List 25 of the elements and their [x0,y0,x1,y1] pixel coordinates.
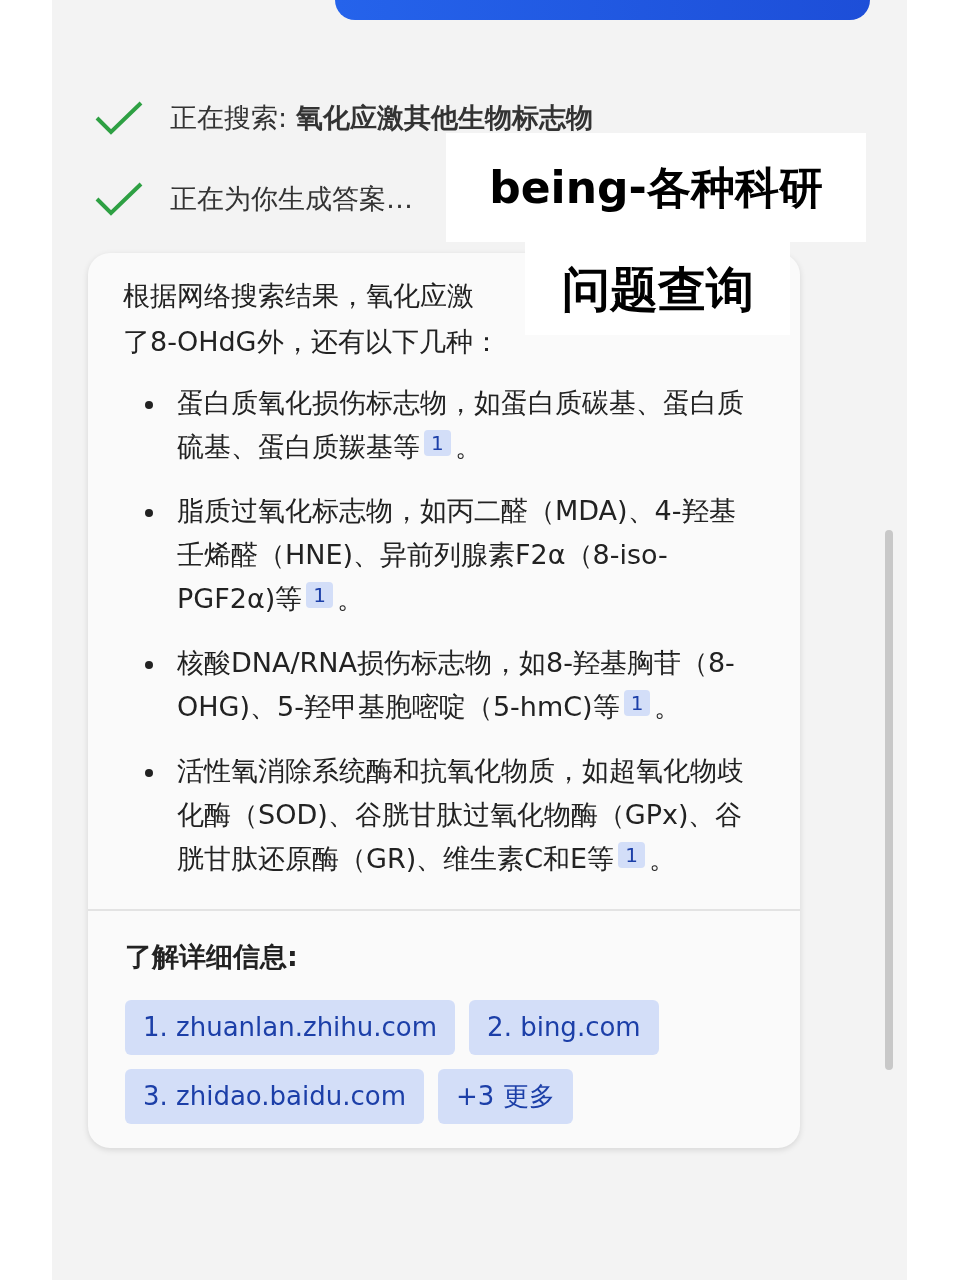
bullet-icon [145,509,153,517]
answer-bullet: 蛋白质氧化损伤标志物，如蛋白质碳基、蛋白质硫基、蛋白质羰基等 1 。 [177,386,745,464]
sticker-text: 问题查询 [561,259,754,319]
bullet-icon [145,401,153,409]
answer-text: 了8-OHdG外，还有以下几种： [123,325,500,359]
source-link[interactable]: 3. zhidao.baidu.com [125,1068,424,1124]
learn-more-title: 了解详细信息: [125,940,299,974]
source-link[interactable]: +3 更多 [438,1068,573,1124]
scrollbar[interactable] [885,530,893,1070]
answer-bullet: 脂质过氧化标志物，如丙二醛（MDA)、4-羟基壬烯醛（HNE)、异前列腺素F2α（8-iso-PGF2α)等 1 。 [177,494,737,616]
citation-link[interactable]: 1 [424,430,451,456]
citation-link[interactable]: 1 [618,842,645,868]
source-link[interactable]: 1. zhuanlan.zhihu.com [125,999,456,1055]
step-text: 正在为你生成答案… [170,181,413,216]
source-link[interactable]: 2. bing.com [469,999,659,1055]
answer-bullet: 活性氧消除系统酶和抗氧化物质，如超氧化物歧化酶（SOD)、谷胱甘肽过氧化物酶（GPx)、谷胱甘肽还原酶（GR)、维生素C和E等 1 。 [177,754,745,876]
bullet-icon [145,769,153,777]
answer-text: 根据网络搜索结果，氧化应激 [123,279,474,313]
action-button[interactable] [335,0,870,20]
sticker-text: being-各种科研 [489,160,823,215]
bullet-icon [145,661,153,669]
step-text: 正在搜索: 氧化应激其他生物标志物 [170,101,593,135]
citation-link[interactable]: 1 [306,582,333,608]
answer-bullet: 核酸DNA/RNA损伤标志物，如8-羟基胸苷（8-OHG)、5-羟甲基胞嘧啶（5-hmC)等 1 。 [177,646,736,724]
citation-link[interactable]: 1 [623,690,651,716]
